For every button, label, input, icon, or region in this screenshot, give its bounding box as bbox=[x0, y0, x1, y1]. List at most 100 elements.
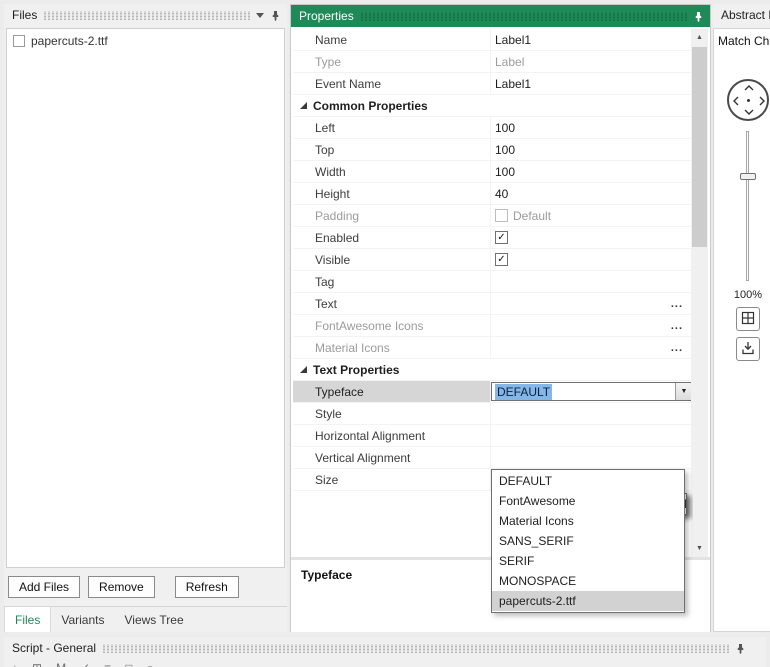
prop-value-tag[interactable] bbox=[491, 271, 693, 292]
prop-label-name[interactable]: Name bbox=[293, 29, 491, 50]
toolbar-icon-3[interactable]: ✓ bbox=[80, 662, 90, 667]
prop-label-material-icons[interactable]: Material Icons bbox=[293, 337, 491, 358]
prop-row-common-properties[interactable]: Common Properties bbox=[293, 95, 693, 117]
prop-row-left[interactable]: Left 100 bbox=[293, 117, 693, 139]
prop-row-vertical-alignment[interactable]: Vertical Alignment bbox=[293, 447, 693, 469]
zoom-slider-thumb[interactable] bbox=[740, 173, 756, 180]
dropdown-item-serif[interactable]: SERIF bbox=[492, 551, 684, 571]
dropdown-item-papercuts-2-ttf[interactable]: papercuts-2.ttf bbox=[492, 591, 684, 611]
prop-row-typeface[interactable]: Typeface DEFAULT ▼ bbox=[293, 381, 693, 403]
prop-label-visible[interactable]: Visible bbox=[293, 249, 491, 270]
prop-value-style[interactable] bbox=[491, 403, 693, 424]
zoom-slider[interactable] bbox=[738, 131, 758, 281]
pin-icon[interactable] bbox=[735, 643, 746, 654]
prop-row-width[interactable]: Width 100 bbox=[293, 161, 693, 183]
toolbar-icon-2[interactable]: M bbox=[56, 662, 66, 667]
checkbox[interactable] bbox=[495, 209, 508, 222]
remove-button[interactable]: Remove bbox=[88, 576, 155, 598]
prop-value-padding[interactable]: Default bbox=[491, 205, 693, 226]
prop-value-horizontal-alignment[interactable] bbox=[491, 425, 693, 446]
toolbar-icon-1[interactable]: ⊞ bbox=[32, 662, 42, 667]
toolbar-icon-0[interactable]: ↓ bbox=[12, 662, 18, 667]
file-checkbox[interactable] bbox=[13, 35, 25, 47]
prop-label-height[interactable]: Height bbox=[293, 183, 491, 204]
prop-value-typeface[interactable]: DEFAULT ▼ bbox=[491, 382, 693, 401]
prop-row-top[interactable]: Top 100 bbox=[293, 139, 693, 161]
ellipsis-button[interactable]: ... bbox=[671, 342, 689, 354]
dropdown-item-monospace[interactable]: MONOSPACE bbox=[492, 571, 684, 591]
checkbox[interactable]: ✓ bbox=[495, 231, 508, 244]
prop-value-width[interactable]: 100 bbox=[491, 161, 693, 182]
prop-value-visible[interactable]: ✓ bbox=[491, 249, 693, 270]
prop-row-name[interactable]: Name Label1 bbox=[293, 29, 693, 51]
expander-icon[interactable] bbox=[299, 101, 308, 110]
prop-row-horizontal-alignment[interactable]: Horizontal Alignment bbox=[293, 425, 693, 447]
dropdown-item-material-icons[interactable]: Material Icons bbox=[492, 511, 684, 531]
combo-dropdown-button[interactable]: ▼ bbox=[675, 383, 692, 400]
checkbox[interactable]: ✓ bbox=[495, 253, 508, 266]
prop-row-event-name[interactable]: Event Name Label1 bbox=[293, 73, 693, 95]
fit-to-window-button[interactable] bbox=[736, 307, 760, 331]
tab-files[interactable]: Files bbox=[4, 607, 52, 632]
prop-value-name[interactable]: Label1 bbox=[491, 29, 693, 50]
prop-row-text-properties[interactable]: Text Properties bbox=[293, 359, 693, 381]
prop-label-left[interactable]: Left bbox=[293, 117, 491, 138]
pan-down-icon[interactable] bbox=[744, 109, 754, 115]
prop-label-enabled[interactable]: Enabled bbox=[293, 227, 491, 248]
scroll-up-icon[interactable]: ▲ bbox=[691, 29, 708, 46]
chevron-down-icon[interactable] bbox=[256, 12, 264, 18]
prop-value-enabled[interactable]: ✓ bbox=[491, 227, 693, 248]
zoom-slider-track[interactable] bbox=[746, 131, 749, 281]
prop-row-tag[interactable]: Tag bbox=[293, 271, 693, 293]
prop-label-horizontal-alignment[interactable]: Horizontal Alignment bbox=[293, 425, 491, 446]
properties-scrollbar[interactable]: ▲ ▼ bbox=[691, 29, 708, 557]
import-button[interactable] bbox=[736, 337, 760, 361]
prop-label-width[interactable]: Width bbox=[293, 161, 491, 182]
pan-right-icon[interactable] bbox=[759, 96, 765, 106]
expander-icon[interactable] bbox=[299, 365, 308, 374]
ellipsis-button[interactable]: ... bbox=[671, 298, 689, 310]
prop-label-style[interactable]: Style bbox=[293, 403, 491, 424]
prop-value-height[interactable]: 40 bbox=[491, 183, 693, 204]
combo-selected-text[interactable]: DEFAULT bbox=[495, 383, 553, 400]
prop-value-top[interactable]: 100 bbox=[491, 139, 693, 160]
prop-row-padding[interactable]: Padding Default bbox=[293, 205, 693, 227]
prop-value-vertical-alignment[interactable] bbox=[491, 447, 693, 468]
prop-row-fontawesome-icons[interactable]: FontAwesome Icons... bbox=[293, 315, 693, 337]
prop-row-visible[interactable]: Visible ✓ bbox=[293, 249, 693, 271]
pan-up-icon[interactable] bbox=[744, 85, 754, 91]
prop-label-type[interactable]: Type bbox=[293, 51, 491, 72]
prop-label-tag[interactable]: Tag bbox=[293, 271, 491, 292]
dropdown-item-sans-serif[interactable]: SANS_SERIF bbox=[492, 531, 684, 551]
pan-left-icon[interactable] bbox=[733, 96, 739, 106]
ellipsis-button[interactable]: ... bbox=[671, 320, 689, 332]
refresh-button[interactable]: Refresh bbox=[174, 576, 239, 598]
prop-value-fontawesome-icons[interactable]: ... bbox=[491, 315, 693, 336]
pin-icon[interactable] bbox=[270, 10, 281, 21]
prop-value-left[interactable]: 100 bbox=[491, 117, 693, 138]
prop-label-size[interactable]: Size bbox=[293, 469, 491, 490]
prop-label-vertical-alignment[interactable]: Vertical Alignment bbox=[293, 447, 491, 468]
prop-label-fontawesome-icons[interactable]: FontAwesome Icons bbox=[293, 315, 491, 336]
prop-label-text[interactable]: Text bbox=[293, 293, 491, 314]
prop-row-type[interactable]: Type Label bbox=[293, 51, 693, 73]
prop-row-material-icons[interactable]: Material Icons... bbox=[293, 337, 693, 359]
scrollbar-thumb[interactable] bbox=[692, 47, 707, 247]
prop-row-style[interactable]: Style bbox=[293, 403, 693, 425]
scroll-down-icon[interactable]: ▼ bbox=[691, 540, 708, 557]
dropdown-item-default[interactable]: DEFAULT bbox=[492, 471, 684, 491]
tab-variants[interactable]: Variants bbox=[51, 607, 114, 632]
prop-value-material-icons[interactable]: ... bbox=[491, 337, 693, 358]
toolbar-icon-4[interactable]: ≡ bbox=[104, 662, 111, 667]
prop-row-enabled[interactable]: Enabled ✓ bbox=[293, 227, 693, 249]
prop-row-height[interactable]: Height 40 bbox=[293, 183, 693, 205]
prop-label-top[interactable]: Top bbox=[293, 139, 491, 160]
prop-value-type[interactable]: Label bbox=[491, 51, 693, 72]
toolbar-icon-5[interactable]: □ bbox=[125, 662, 132, 667]
prop-row-text[interactable]: Text... bbox=[293, 293, 693, 315]
pin-icon[interactable] bbox=[693, 11, 704, 22]
prop-label-padding[interactable]: Padding bbox=[293, 205, 491, 226]
pan-center-dot[interactable] bbox=[747, 99, 750, 102]
toolbar-icon-6[interactable]: ○ bbox=[146, 662, 153, 667]
prop-label-typeface[interactable]: Typeface bbox=[293, 381, 491, 402]
